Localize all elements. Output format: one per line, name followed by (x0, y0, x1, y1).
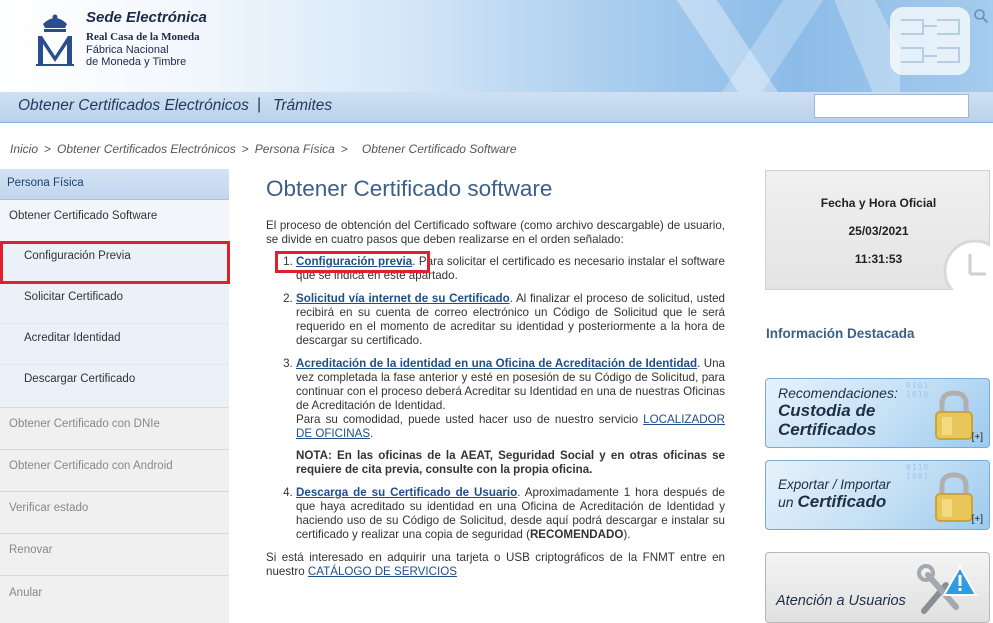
step-text: Para su comodidad, puede usted hacer uso… (296, 413, 644, 426)
sidebar: Persona Física Obtener Certificado Softw… (0, 169, 229, 623)
sidebar-item-verificar-estado[interactable]: Verificar estado (0, 491, 229, 533)
sidebar-item-certificado-android[interactable]: Obtener Certificado con Android (0, 449, 229, 491)
sidebar-item-acreditar-identidad[interactable]: Acreditar Identidad (0, 323, 229, 364)
steps-list: Configuración previa. Para solicitar el … (266, 255, 725, 542)
search-input[interactable] (814, 94, 969, 118)
org-name-line3: de Moneda y Timbre (86, 56, 187, 68)
nav-separator: | (257, 96, 262, 113)
sidebar-item-solicitar-certificado[interactable]: Solicitar Certificado (0, 282, 229, 323)
breadcrumb-separator: > (241, 142, 249, 156)
fnmt-logo-icon[interactable] (34, 12, 76, 68)
link-descarga-certificado[interactable]: Descarga de su Certificado de Usuario (296, 486, 517, 499)
step-text: ). (623, 528, 631, 541)
promo-line1: Exportar / Importar (778, 477, 891, 492)
featured-info-title: Información Destacada (766, 326, 915, 341)
step-item: Solicitud vía internet de su Certificado… (296, 292, 725, 348)
sidebar-item-label: Descargar Certificado (24, 373, 136, 385)
expand-link[interactable]: [+] (972, 514, 983, 525)
sidebar-item-label: Obtener Certificado con DNIe (9, 418, 160, 430)
org-name: Real Casa de la Moneda (86, 31, 200, 43)
sidebar-item-certificado-dnie[interactable]: Obtener Certificado con DNIe (0, 407, 229, 449)
main-nav-bar: Obtener Certificados Electrónicos | Trám… (0, 92, 993, 123)
atencion-usuarios-label: Atención a Usuarios (776, 593, 906, 609)
promo-line3: Certificados (778, 420, 877, 439)
note-text: NOTA: En las oficinas de la AEAT, Seguri… (296, 449, 725, 476)
promo-line2: Certificado (797, 492, 887, 511)
decorative-background-graphic (676, 0, 900, 92)
breadcrumb-separator: > (340, 142, 348, 156)
link-catalogo-servicios[interactable]: CATÁLOGO DE SERVICIOS (308, 565, 457, 578)
sidebar-item-label: Anular (9, 587, 43, 599)
promo-line2: Custodia de (778, 401, 876, 420)
sidebar-item-renovar[interactable]: Renovar (0, 533, 229, 575)
breadcrumb-current: Obtener Certificado Software (361, 142, 517, 156)
sidebar-item-obtener-certificado-software[interactable]: Obtener Certificado Software (0, 200, 229, 241)
sidebar-item-label: Obtener Certificado Software (9, 210, 158, 222)
official-date: 25/03/2021 (848, 224, 909, 238)
sidebar-item-label: Acreditar Identidad (24, 332, 121, 344)
breadcrumb-separator: > (44, 142, 52, 156)
intro-text: El proceso de obtención del Certificado … (266, 219, 725, 246)
breadcrumb-obtener-certificados[interactable]: Obtener Certificados Electrónicos (57, 142, 236, 156)
promo-exportar-importar[interactable]: 0110 1001 Exportar / Importar un Certific… (765, 460, 990, 530)
sidebar-header[interactable]: Persona Física (0, 169, 229, 200)
sidebar-item-label: Solicitar Certificado (24, 291, 124, 303)
highlight-box-step1 (275, 251, 430, 273)
sidebar-item-label: Verificar estado (9, 502, 89, 514)
sidebar-item-label: Renovar (9, 544, 53, 556)
page-title: Obtener Certificado software (266, 176, 553, 201)
tools-info-icon (917, 564, 978, 614)
expand-link[interactable]: [+] (972, 432, 983, 443)
sidebar-header-label: Persona Física (7, 177, 84, 189)
search-icon[interactable] (973, 8, 989, 24)
step-text: . (370, 427, 374, 440)
main-content: El proceso de obtención del Certificado … (266, 219, 725, 579)
promo-line1: Recomendaciones: (778, 385, 898, 401)
nav-obtener-certificados[interactable]: Obtener Certificados Electrónicos (18, 97, 249, 115)
sidebar-item-descargar-certificado[interactable]: Descargar Certificado (0, 364, 229, 407)
breadcrumb-inicio[interactable]: Inicio (10, 142, 38, 156)
sidebar-item-label: Obtener Certificado con Android (9, 460, 173, 472)
breadcrumb: Inicio > Obtener Certificados Electrónicos… (10, 142, 517, 156)
final-text: Si está interesado en adquirir una tarje… (266, 551, 725, 579)
promo-custodia-certificados[interactable]: 0101 1010 Recomendaciones: Custodia de Ce… (765, 378, 990, 448)
promo-line2-wrap: un Certificado (778, 492, 886, 512)
breadcrumb-persona-fisica[interactable]: Persona Física (255, 142, 335, 156)
link-acreditacion-identidad[interactable]: Acreditación de la identidad en una Ofic… (296, 357, 697, 370)
org-name-line2: Fábrica Nacional (86, 44, 169, 56)
clock-icon (940, 236, 993, 306)
promo-atencion-usuarios[interactable]: Atención a Usuarios (765, 552, 990, 623)
site-title: Sede Electrónica (86, 9, 207, 26)
sidebar-item-anular[interactable]: Anular (0, 575, 229, 623)
promo-line2-prefix: un (778, 494, 798, 510)
step-item: Acreditación de la identidad en una Ofic… (296, 357, 725, 477)
smartcard-chip-icon (890, 7, 970, 75)
nav-tramites[interactable]: Trámites (273, 97, 332, 115)
site-header: Sede Electrónica Real Casa de la Moneda … (0, 0, 993, 92)
link-solicitud-certificado[interactable]: Solicitud vía internet de su Certificado (296, 292, 510, 305)
clock-title: Fecha y Hora Oficial (820, 196, 937, 210)
step-item: Descarga de su Certificado de Usuario. A… (296, 486, 725, 542)
highlight-box-sidebar (0, 241, 230, 284)
step-text-bold: RECOMENDADO (529, 528, 624, 541)
